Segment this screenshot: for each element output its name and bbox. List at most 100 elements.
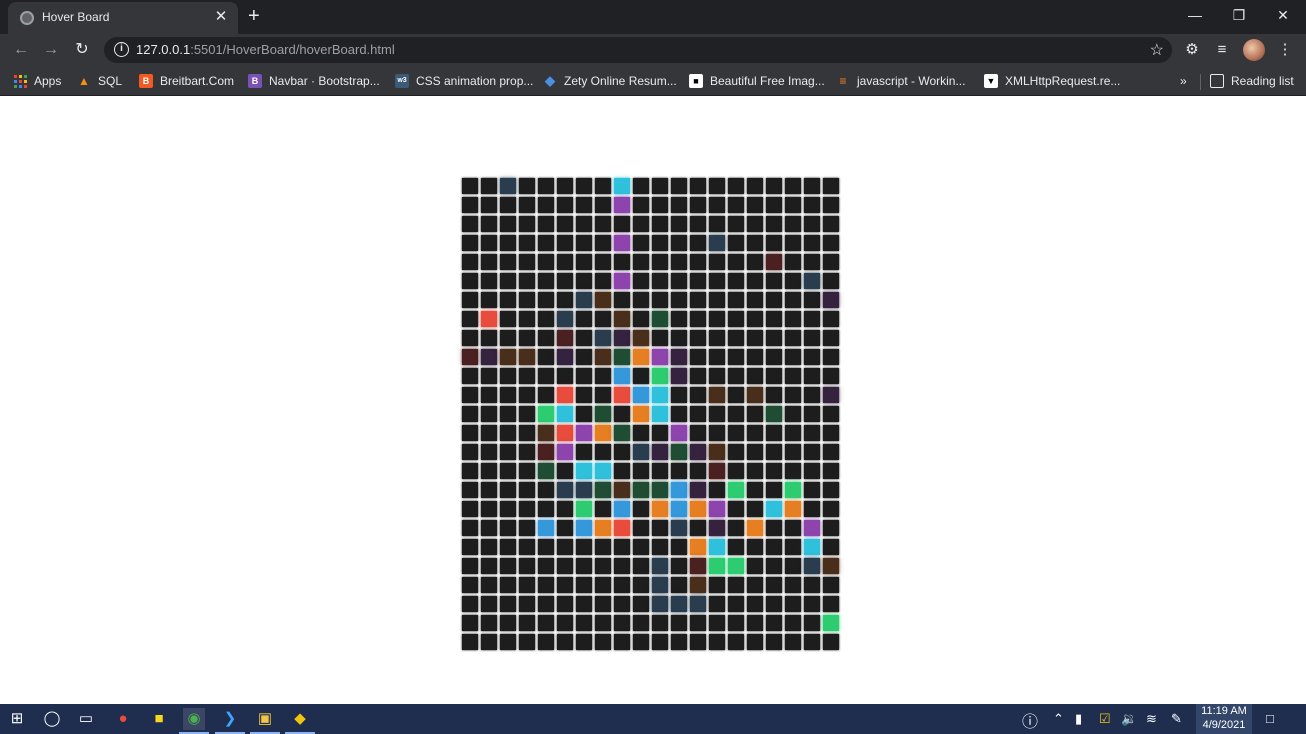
board-square[interactable]: [709, 634, 725, 650]
board-square[interactable]: [652, 463, 668, 479]
board-square[interactable]: [614, 634, 630, 650]
board-square[interactable]: [633, 501, 649, 517]
extensions-puzzle-icon[interactable]: ⚙: [1181, 39, 1203, 61]
board-square[interactable]: [462, 577, 478, 593]
board-square[interactable]: [500, 178, 516, 194]
board-square[interactable]: [633, 197, 649, 213]
notifications-icon[interactable]: □: [1266, 711, 1274, 726]
board-square[interactable]: [804, 387, 820, 403]
app-pinned-icon[interactable]: ●: [112, 708, 134, 730]
board-square[interactable]: [671, 558, 687, 574]
board-square[interactable]: [481, 178, 497, 194]
board-square[interactable]: [690, 596, 706, 612]
board-square[interactable]: [747, 539, 763, 555]
board-square[interactable]: [671, 349, 687, 365]
board-square[interactable]: [500, 596, 516, 612]
board-square[interactable]: [576, 311, 592, 327]
board-square[interactable]: [690, 254, 706, 270]
board-square[interactable]: [709, 596, 725, 612]
board-square[interactable]: [500, 558, 516, 574]
board-square[interactable]: [671, 406, 687, 422]
board-square[interactable]: [690, 444, 706, 460]
board-square[interactable]: [728, 615, 744, 631]
board-square[interactable]: [728, 216, 744, 232]
board-square[interactable]: [557, 558, 573, 574]
board-square[interactable]: [614, 501, 630, 517]
board-square[interactable]: [747, 558, 763, 574]
board-square[interactable]: [728, 634, 744, 650]
board-square[interactable]: [633, 349, 649, 365]
board-square[interactable]: [576, 463, 592, 479]
window-close-button[interactable]: ✕: [1266, 4, 1300, 28]
board-square[interactable]: [576, 596, 592, 612]
board-square[interactable]: [633, 482, 649, 498]
board-square[interactable]: [595, 577, 611, 593]
board-square[interactable]: [633, 463, 649, 479]
board-square[interactable]: [500, 254, 516, 270]
sticky-notes-icon[interactable]: ■: [148, 708, 170, 730]
board-square[interactable]: [538, 596, 554, 612]
board-square[interactable]: [823, 482, 839, 498]
board-square[interactable]: [481, 349, 497, 365]
board-square[interactable]: [652, 482, 668, 498]
board-square[interactable]: [462, 444, 478, 460]
board-square[interactable]: [709, 349, 725, 365]
board-square[interactable]: [709, 444, 725, 460]
board-square[interactable]: [462, 197, 478, 213]
board-square[interactable]: [538, 634, 554, 650]
board-square[interactable]: [690, 425, 706, 441]
board-square[interactable]: [557, 425, 573, 441]
board-square[interactable]: [747, 444, 763, 460]
minimize-button[interactable]: —: [1178, 4, 1212, 28]
board-square[interactable]: [538, 292, 554, 308]
board-square[interactable]: [804, 539, 820, 555]
board-square[interactable]: [500, 539, 516, 555]
board-square[interactable]: [595, 387, 611, 403]
board-square[interactable]: [804, 273, 820, 289]
board-square[interactable]: [766, 216, 782, 232]
board-square[interactable]: [766, 463, 782, 479]
board-square[interactable]: [690, 501, 706, 517]
board-square[interactable]: [766, 387, 782, 403]
board-square[interactable]: [633, 216, 649, 232]
board-square[interactable]: [576, 368, 592, 384]
board-square[interactable]: [519, 254, 535, 270]
board-square[interactable]: [766, 292, 782, 308]
board-square[interactable]: [576, 178, 592, 194]
board-square[interactable]: [462, 292, 478, 308]
board-square[interactable]: [823, 558, 839, 574]
board-square[interactable]: [519, 482, 535, 498]
board-square[interactable]: [481, 596, 497, 612]
board-square[interactable]: [481, 501, 497, 517]
board-square[interactable]: [709, 178, 725, 194]
board-square[interactable]: [652, 406, 668, 422]
board-square[interactable]: [633, 634, 649, 650]
hover-board[interactable]: [462, 178, 844, 655]
board-square[interactable]: [747, 197, 763, 213]
board-square[interactable]: [614, 292, 630, 308]
board-square[interactable]: [671, 615, 687, 631]
board-square[interactable]: [785, 425, 801, 441]
board-square[interactable]: [595, 482, 611, 498]
board-square[interactable]: [823, 501, 839, 517]
board-square[interactable]: [823, 273, 839, 289]
board-square[interactable]: [481, 577, 497, 593]
board-square[interactable]: [538, 577, 554, 593]
board-square[interactable]: [728, 368, 744, 384]
board-square[interactable]: [633, 368, 649, 384]
board-square[interactable]: [728, 311, 744, 327]
board-square[interactable]: [576, 501, 592, 517]
board-square[interactable]: [595, 254, 611, 270]
board-square[interactable]: [747, 501, 763, 517]
board-square[interactable]: [481, 216, 497, 232]
board-square[interactable]: [481, 292, 497, 308]
board-square[interactable]: [823, 425, 839, 441]
board-square[interactable]: [766, 273, 782, 289]
board-square[interactable]: [538, 387, 554, 403]
board-square[interactable]: [519, 520, 535, 536]
board-square[interactable]: [747, 634, 763, 650]
board-square[interactable]: [500, 311, 516, 327]
bookmark-sql[interactable]: ▲ SQL: [77, 72, 122, 90]
board-square[interactable]: [462, 387, 478, 403]
board-square[interactable]: [500, 235, 516, 251]
